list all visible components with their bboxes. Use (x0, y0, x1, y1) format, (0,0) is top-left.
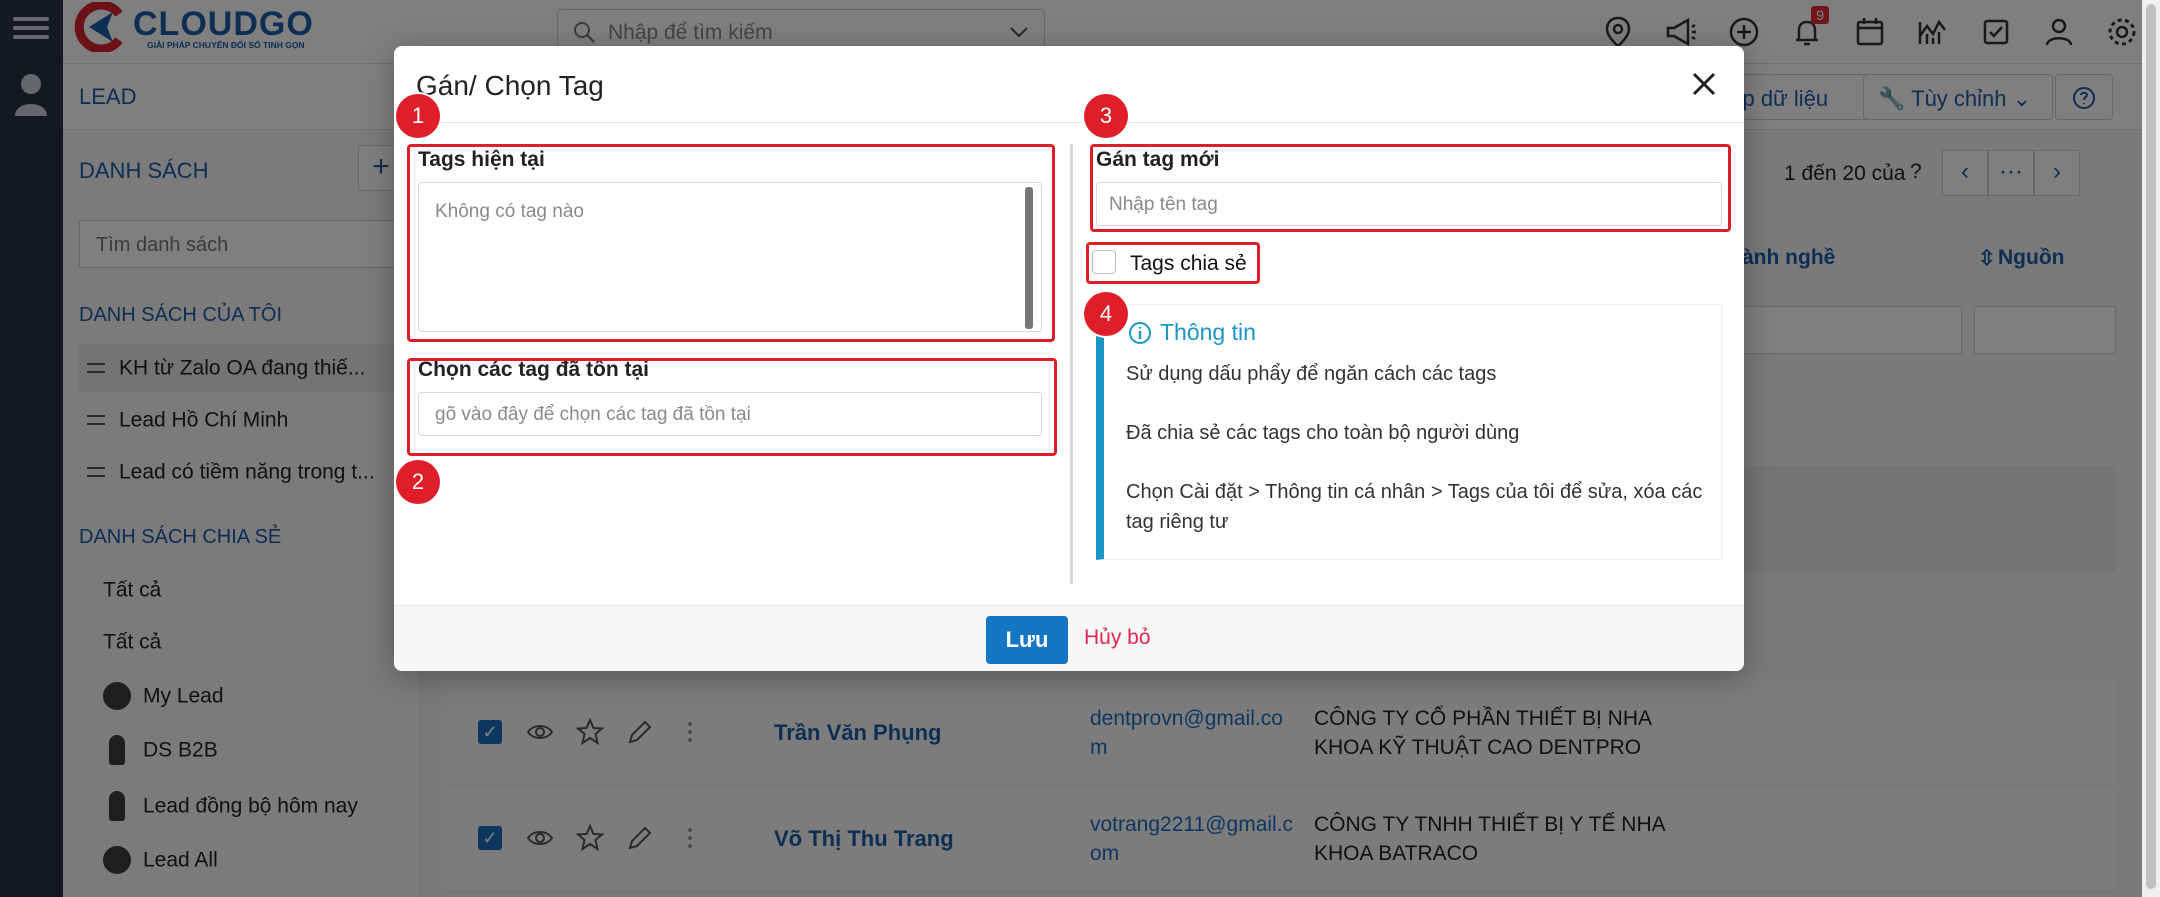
highlight-new-tag (1090, 144, 1731, 232)
info-line: Chọn Cài đặt > Thông tin cá nhân > Tags … (1126, 481, 1703, 533)
column-divider (1070, 144, 1073, 584)
modal-header-divider (394, 122, 1744, 123)
annotation-number: 1 (396, 94, 440, 138)
modal-footer: Lưu Hủy bỏ (394, 605, 1744, 671)
annotation-number: 2 (396, 460, 440, 504)
cancel-link[interactable]: Hủy bỏ (1084, 626, 1151, 650)
annotation-number: 3 (1084, 94, 1128, 138)
save-button[interactable]: Lưu (986, 616, 1068, 664)
page-scrollbar[interactable] (2142, 0, 2160, 897)
highlight-shared-tags (1086, 242, 1260, 284)
annotation-number: 4 (1084, 292, 1128, 336)
highlight-current-tags (407, 144, 1055, 342)
page-scrollbar-thumb[interactable] (2146, 4, 2156, 889)
info-title: Thông tin (1160, 319, 1256, 345)
close-icon[interactable] (1684, 64, 1724, 104)
info-line: Sử dụng dấu phẩy để ngăn cách các tags (1126, 363, 1497, 385)
modal-title: Gán/ Chọn Tag (416, 70, 604, 101)
info-line: Đã chia sẻ các tags cho toàn bộ người dù… (1126, 422, 1520, 444)
info-panel: Thông tin Sử dụng dấu phẩy để ngăn cách … (1096, 304, 1722, 560)
highlight-existing-tags (407, 358, 1057, 456)
info-icon (1129, 322, 1151, 344)
tag-modal: Gán/ Chọn Tag Tags hiện tại Không có tag… (394, 46, 1744, 671)
